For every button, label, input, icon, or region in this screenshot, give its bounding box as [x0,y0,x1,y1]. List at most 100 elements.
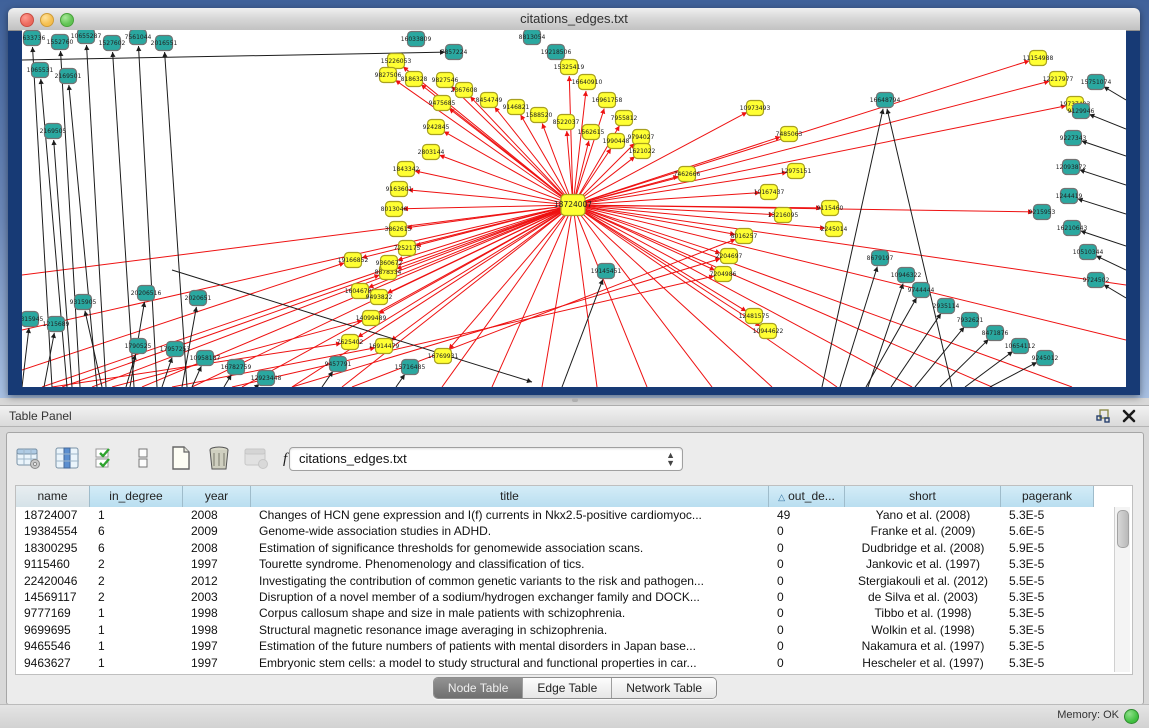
graph-node[interactable]: 9215953 [1029,205,1056,220]
graph-node[interactable]: 3862615 [385,222,412,237]
graph-node[interactable]: 11154988 [1023,51,1054,66]
table-row[interactable]: 1938455462009Genome-wide association stu… [16,523,1098,539]
column-header-pagerank[interactable]: pagerank [1001,486,1094,507]
graph-node[interactable]: 2204697 [716,249,743,264]
graph-node[interactable]: 10946322 [891,268,922,283]
red-edge[interactable] [398,205,573,260]
graph-node[interactable]: 9827546 [432,73,459,88]
graph-node[interactable]: 16961758 [592,93,623,108]
graph-node[interactable]: 16210643 [1057,221,1088,236]
black-edge[interactable] [866,298,917,387]
graph-node[interactable]: 9794027 [628,130,655,145]
column-header-out-de-[interactable]: △out_de... [769,486,845,507]
tab-network-table[interactable]: Network Table [612,678,716,698]
column-header-title[interactable]: title [251,486,769,507]
network-window-titlebar[interactable]: citations_edges.txt [8,8,1140,31]
black-edge[interactable] [1082,141,1126,156]
graph-node[interactable]: 8679197 [867,251,894,266]
graph-node[interactable]: 3315945 [22,312,44,327]
black-edge[interactable] [562,279,603,387]
black-edge[interactable] [1080,170,1126,185]
graph-node[interactable]: 19145451 [591,264,622,279]
black-edge[interactable] [1081,231,1126,246]
graph-node[interactable]: 12093872 [1056,160,1087,175]
black-edge[interactable] [165,52,187,387]
graph-node[interactable]: 15325419 [554,60,585,75]
graph-node[interactable]: 2633736 [22,31,46,46]
graph-node[interactable]: 7204986 [710,267,737,282]
graph-node[interactable]: 16640910 [572,75,603,90]
graph-node[interactable]: 8454749 [476,93,503,108]
graph-node[interactable]: 8813054 [519,30,546,45]
graph-node[interactable]: 10654112 [1005,339,1036,354]
new-table-icon[interactable] [167,444,195,472]
black-edge[interactable] [69,85,97,387]
graph-node[interactable]: 9227343 [1060,131,1087,146]
tab-node-table[interactable]: Node Table [434,678,524,698]
graph-node[interactable]: 16914479 [369,339,400,354]
table-row[interactable]: 1456911722003Disruption of a novel membe… [16,589,1098,605]
black-edge[interactable] [22,328,29,387]
graph-node[interactable]: 2935114 [933,299,960,314]
close-icon[interactable] [1121,408,1137,424]
graph-node[interactable]: 20206516 [131,286,162,301]
red-edge[interactable] [416,205,573,246]
graph-node[interactable]: 2169501 [55,69,82,84]
rows-icon[interactable] [129,444,157,472]
graph-node[interactable]: 2803144 [418,145,445,160]
split-pane-handle[interactable] [572,398,578,402]
graph-node[interactable]: 12923448 [251,371,282,386]
table-row[interactable]: 946554611997Estimation of the future num… [16,638,1098,654]
graph-node[interactable]: 19218506 [541,45,572,60]
graph-node[interactable]: 12975151 [781,164,812,179]
graph-node[interactable]: 8186328 [401,72,428,87]
graph-node[interactable]: 19166852 [338,253,369,268]
graph-node[interactable]: 9315905 [70,295,97,310]
graph-node[interactable]: 8471876 [982,326,1009,341]
graph-node[interactable]: 16648794 [870,93,901,108]
select-all-icon[interactable] [91,444,119,472]
black-edge[interactable] [87,45,106,387]
network-canvas[interactable]: 1872400715226053982750681863289827546236… [22,30,1126,387]
table-select-dropdown[interactable]: citations_edges.txt ▲▼ [289,447,683,471]
graph-node[interactable]: 16033809 [401,32,432,47]
red-edge[interactable] [22,205,573,330]
graph-node[interactable]: 8522037 [553,115,580,130]
red-edge[interactable] [232,276,714,387]
red-edge[interactable] [573,205,837,387]
black-edge[interactable] [840,267,877,387]
graph-node[interactable]: 7561044 [125,30,152,45]
graph-node[interactable]: 13216095 [768,208,799,223]
table-row[interactable]: 2242004622012Investigating the contribut… [16,573,1098,589]
red-edge[interactable] [42,205,573,387]
black-edge[interactable] [1078,199,1126,214]
graph-node[interactable]: 10958187 [190,351,221,366]
black-edge[interactable] [940,339,989,387]
graph-node[interactable]: 1843342 [393,162,420,177]
tab-edge-table[interactable]: Edge Table [523,678,612,698]
graph-node[interactable]: 9827506 [375,68,402,83]
graph-node[interactable]: 2016551 [151,36,178,51]
network-window[interactable]: citations_edges.txt 18724007152260539827… [8,8,1140,395]
column-header-short[interactable]: short [845,486,1001,507]
graph-node[interactable]: 10167437 [754,185,785,200]
graph-node[interactable]: 1552760 [47,35,74,50]
graph-node[interactable]: 7252175 [394,241,421,256]
red-edge[interactable] [542,205,573,387]
graph-node[interactable]: 7857224 [441,45,468,60]
table-row[interactable]: 977716911998Corpus callosum shape and si… [16,605,1098,621]
table-row[interactable]: 1830029562008Estimation of significance … [16,540,1098,556]
graph-node[interactable]: 7932621 [957,313,984,328]
memory-status-icon[interactable] [1124,709,1139,724]
delete-table-icon[interactable] [205,444,233,472]
column-header-year[interactable]: year [183,486,251,507]
graph-node[interactable]: 7462666 [674,167,701,182]
black-edge[interactable] [891,313,941,387]
graph-node[interactable]: 12217977 [1043,72,1074,87]
table-row[interactable]: 1872400712008Changes of HCN gene express… [16,507,1098,523]
red-edge[interactable] [292,259,720,387]
red-edge[interactable] [573,193,760,205]
float-window-icon[interactable] [1095,408,1111,424]
column-header-in-degree[interactable]: in_degree [90,486,183,507]
red-edge[interactable] [408,190,573,205]
